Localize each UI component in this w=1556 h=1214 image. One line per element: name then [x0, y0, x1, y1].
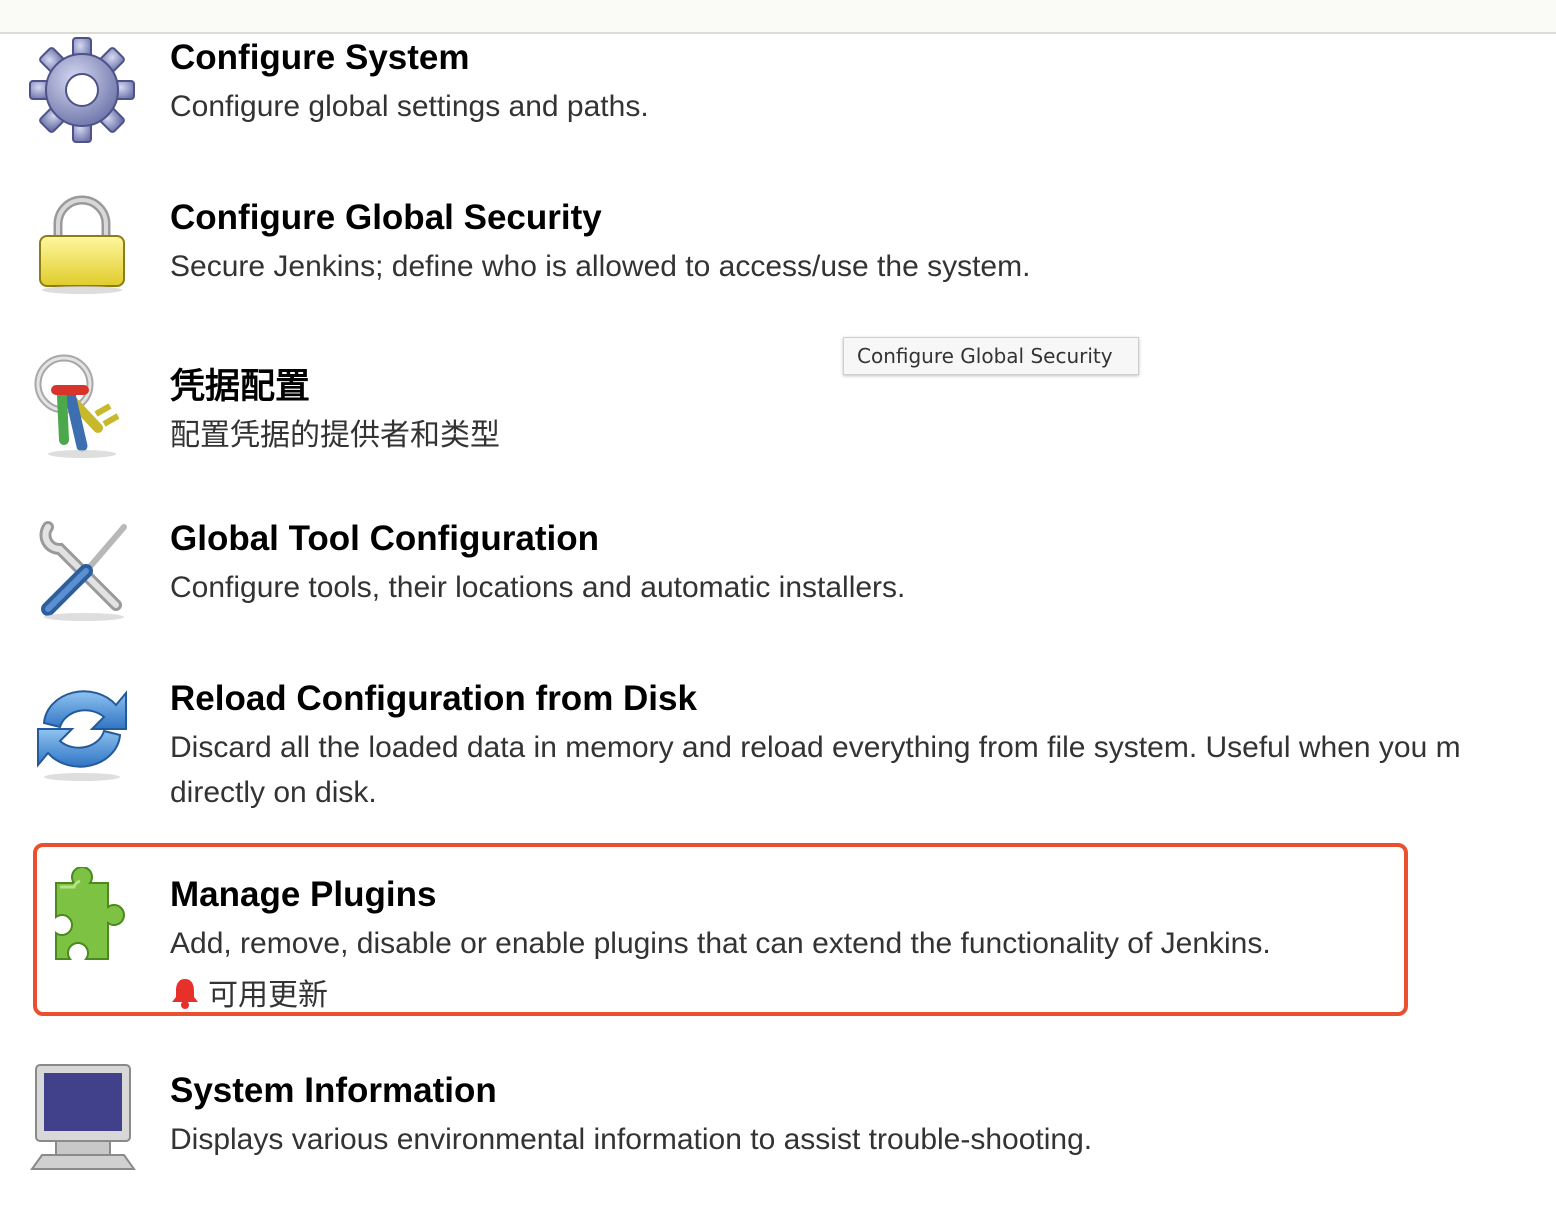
tools-icon: [26, 513, 138, 625]
item-title[interactable]: Global Tool Configuration: [170, 519, 599, 559]
item-description: Configure tools, their locations and aut…: [170, 571, 906, 604]
lock-icon: [26, 190, 138, 302]
update-notice-label[interactable]: 可用更新: [208, 979, 328, 1012]
item-description: Displays various environmental informati…: [170, 1123, 1093, 1156]
item-description-line-1: Discard all the loaded data in memory an…: [170, 731, 1461, 764]
top-bar: [0, 0, 1556, 34]
item-title[interactable]: 凭据配置: [170, 358, 310, 409]
item-title[interactable]: Configure Global Security: [170, 198, 602, 238]
reload-icon: [26, 673, 138, 785]
update-notice[interactable]: 可用更新: [170, 970, 328, 1017]
item-description-line-2: directly on disk.: [170, 776, 377, 809]
puzzle-icon: [26, 867, 138, 979]
item-title[interactable]: Manage Plugins: [170, 875, 436, 915]
item-title[interactable]: Reload Configuration from Disk: [170, 679, 697, 719]
gear-icon: [26, 34, 138, 146]
item-description: Configure global settings and paths.: [170, 90, 649, 123]
item-title[interactable]: Configure System: [170, 38, 470, 78]
item-title[interactable]: System Information: [170, 1071, 497, 1111]
item-description: Add, remove, disable or enable plugins t…: [170, 927, 1271, 960]
tooltip: Configure Global Security: [843, 337, 1139, 375]
bell-icon: [170, 977, 200, 1017]
keys-icon: [26, 350, 138, 462]
item-description: 配置凭据的提供者和类型: [170, 419, 500, 452]
computer-icon: [26, 1063, 138, 1175]
item-description: Secure Jenkins; define who is allowed to…: [170, 250, 1031, 283]
